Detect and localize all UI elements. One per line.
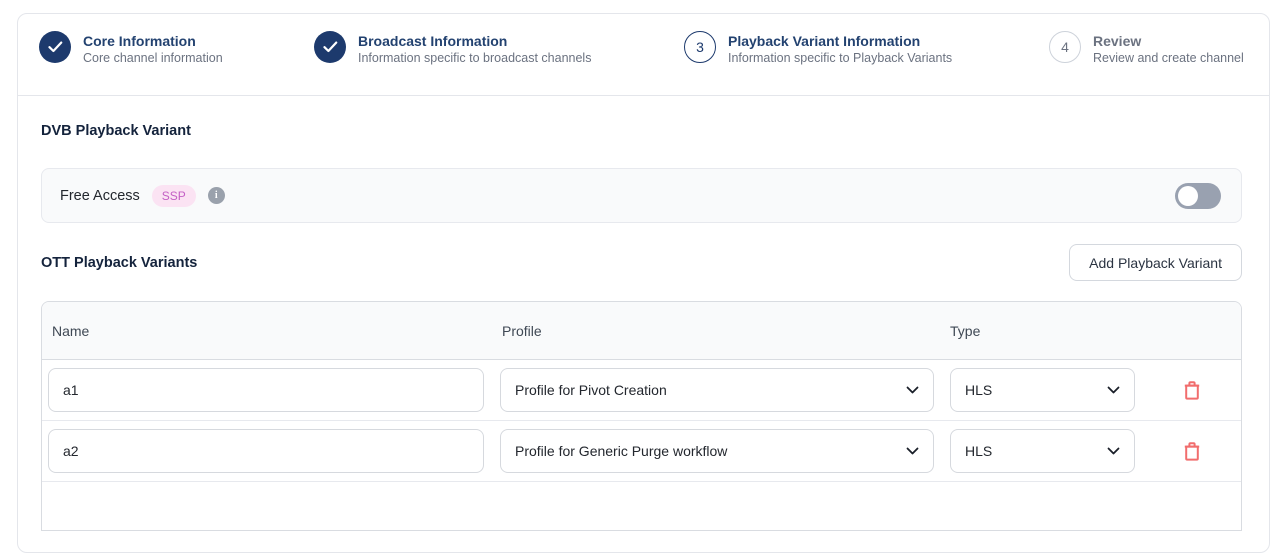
variant-type-select[interactable]: HLS [950, 429, 1135, 473]
delete-variant-button[interactable] [1180, 438, 1204, 465]
variant-name-input[interactable] [48, 429, 484, 473]
selected-profile-value: Profile for Generic Purge workflow [515, 443, 727, 459]
selected-profile-value: Profile for Pivot Creation [515, 382, 667, 398]
chevron-down-icon [1107, 447, 1120, 455]
step-title: Review [1093, 33, 1244, 49]
free-access-toggle[interactable] [1175, 183, 1221, 209]
dvb-section-heading: DVB Playback Variant [41, 123, 1242, 139]
playback-variants-table: Name Profile Type Profile for Pivot Crea… [41, 301, 1242, 531]
column-header-profile: Profile [492, 323, 942, 339]
step-playback-variant-information[interactable]: 3 Playback Variant Information Informati… [684, 30, 952, 66]
variant-name-input[interactable] [48, 368, 484, 412]
toggle-knob [1178, 186, 1198, 206]
trash-icon [1184, 381, 1200, 400]
chevron-down-icon [906, 386, 919, 394]
chevron-down-icon [906, 447, 919, 455]
selected-type-value: HLS [965, 443, 992, 459]
variant-profile-select[interactable]: Profile for Generic Purge workflow [500, 429, 934, 473]
step-title: Playback Variant Information [728, 33, 952, 49]
step-broadcast-information[interactable]: Broadcast Information Information specif… [314, 30, 591, 66]
column-header-name: Name [42, 323, 492, 339]
step-title: Broadcast Information [358, 33, 591, 49]
free-access-card: Free Access SSP i [41, 168, 1242, 223]
step-subtitle: Review and create channel [1093, 50, 1244, 66]
add-playback-variant-button[interactable]: Add Playback Variant [1069, 244, 1242, 281]
selected-type-value: HLS [965, 382, 992, 398]
column-header-type: Type [942, 323, 1142, 339]
step-completed-check-icon [314, 31, 346, 63]
table-row: Profile for Generic Purge workflow HLS [42, 421, 1241, 482]
ott-section-heading: OTT Playback Variants [41, 255, 197, 271]
info-icon[interactable]: i [208, 187, 225, 204]
step-subtitle: Information specific to Playback Variant… [728, 50, 952, 66]
variant-type-select[interactable]: HLS [950, 368, 1135, 412]
table-header-row: Name Profile Type [42, 302, 1241, 360]
step-subtitle: Core channel information [83, 50, 223, 66]
delete-variant-button[interactable] [1180, 377, 1204, 404]
ott-section-header: OTT Playback Variants Add Playback Varia… [41, 244, 1242, 281]
step-title: Core Information [83, 33, 223, 49]
step-review[interactable]: 4 Review Review and create channel [1049, 30, 1244, 66]
step-core-information[interactable]: Core Information Core channel informatio… [39, 30, 223, 66]
step-completed-check-icon [39, 31, 71, 63]
ssp-badge: SSP [152, 185, 196, 207]
step-subtitle: Information specific to broadcast channe… [358, 50, 591, 66]
free-access-label: Free Access [60, 188, 140, 204]
wizard-card: Core Information Core channel informatio… [17, 13, 1270, 553]
step-content: DVB Playback Variant Free Access SSP i O… [18, 123, 1269, 531]
step-number-badge: 3 [684, 31, 716, 63]
chevron-down-icon [1107, 386, 1120, 394]
table-row: Profile for Pivot Creation HLS [42, 360, 1241, 421]
variant-profile-select[interactable]: Profile for Pivot Creation [500, 368, 934, 412]
trash-icon [1184, 442, 1200, 461]
step-number-badge: 4 [1049, 31, 1081, 63]
wizard-stepper: Core Information Core channel informatio… [18, 14, 1269, 96]
